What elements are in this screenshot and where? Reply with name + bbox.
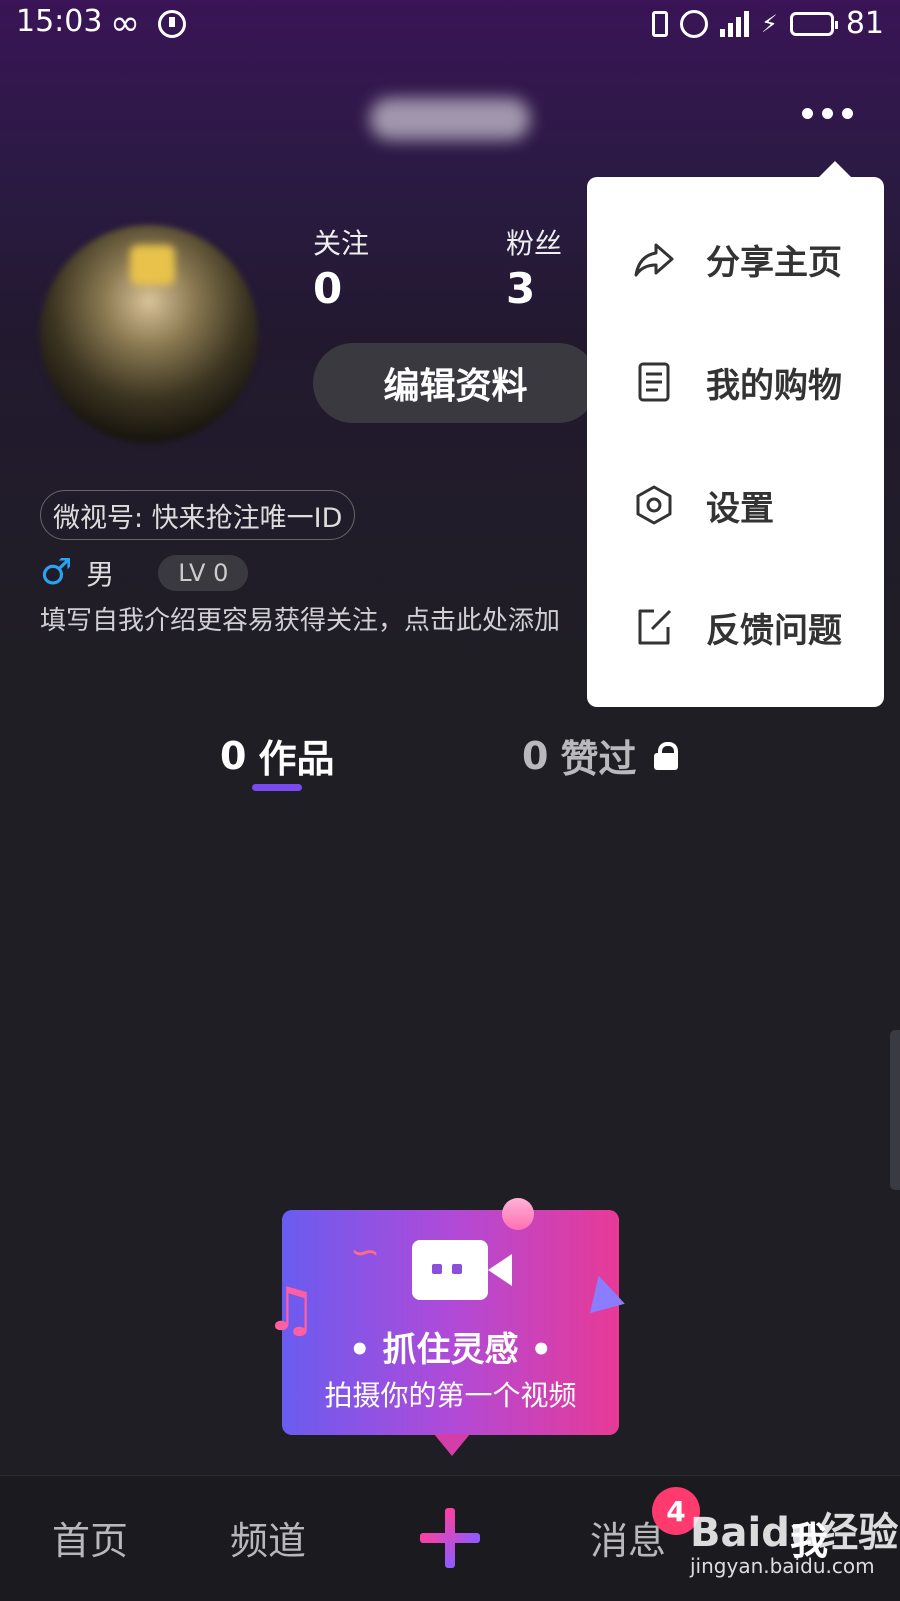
menu-item-share-profile[interactable]: 分享主页 [632, 229, 842, 289]
avatar[interactable] [40, 225, 258, 443]
liked-count: 0 [522, 733, 549, 778]
weishi-id-chip[interactable]: 微视号: 快来抢注唯一ID [40, 490, 356, 540]
share-icon [634, 243, 674, 277]
menu-item-settings[interactable]: 设置 [632, 475, 774, 535]
vibrate-icon [651, 10, 668, 37]
more-options-button[interactable] [802, 108, 853, 119]
followers-stat[interactable]: 粉丝 3 [506, 222, 562, 313]
gender-label: 男 [86, 557, 115, 591]
create-plus-button[interactable] [420, 1508, 480, 1568]
nav-home[interactable]: 首页 [52, 1510, 128, 1565]
liked-label: 赞过 [560, 737, 637, 781]
alarm-icon [679, 9, 708, 38]
baidu-watermark: Baidu经验 jingyan.baidu.com [690, 1500, 898, 1578]
menu-item-feedback[interactable]: 反馈问题 [632, 597, 842, 657]
followers-label: 粉丝 [506, 227, 563, 260]
nav-channel[interactable]: 频道 [230, 1510, 306, 1565]
watermark-logo: Baidu经验 [690, 1510, 899, 1556]
battery-level: 81 [845, 6, 884, 41]
options-dropdown-menu: 分享主页 我的购物 设置 反馈问题 [587, 177, 884, 707]
dropdown-caret [819, 161, 851, 177]
menu-item-label: 反馈问题 [706, 610, 842, 651]
male-icon: ♂ [40, 552, 73, 593]
battery-icon [789, 11, 838, 36]
infinity-icon: ∞ [110, 3, 140, 44]
bio-prompt[interactable]: 填写自我介绍更容易获得关注，点击此处添加 [40, 600, 585, 637]
edit-profile-button[interactable]: 编辑资料 [313, 343, 598, 423]
decor-squiggle-icon: ∽ [350, 1232, 381, 1273]
shopping-list-icon [638, 362, 670, 402]
promo-card-tail [434, 1434, 470, 1456]
username-title [370, 98, 530, 140]
watermark-url: jingyan.baidu.com [690, 1554, 875, 1578]
signal-icon [719, 10, 749, 37]
download-icon [158, 10, 186, 38]
status-bar: 15:03 ∞ ⚡ 81 [0, 0, 900, 50]
promo-subtitle: 拍摄你的第一个视频 [324, 1379, 577, 1412]
active-tab-indicator [252, 784, 302, 791]
following-count: 0 [313, 264, 343, 313]
works-count: 0 [220, 733, 247, 778]
lock-icon [654, 741, 679, 770]
charging-icon: ⚡ [760, 9, 778, 38]
menu-item-label: 我的购物 [706, 365, 842, 406]
menu-item-my-shopping[interactable]: 我的购物 [632, 352, 842, 412]
menu-item-label: 设置 [706, 488, 774, 529]
video-camera-icon [412, 1240, 512, 1300]
tab-liked[interactable]: 0 赞过 [522, 728, 679, 783]
following-stat[interactable]: 关注 0 [313, 222, 369, 313]
feedback-icon [638, 609, 672, 645]
promo-title: • 抓住灵感 • [348, 1330, 553, 1370]
works-label: 作品 [258, 737, 335, 781]
settings-icon [636, 485, 672, 525]
scrollbar[interactable] [890, 1030, 900, 1190]
following-label: 关注 [313, 227, 370, 260]
followers-count: 3 [506, 264, 536, 313]
tab-works[interactable]: 0 作品 [220, 728, 334, 783]
menu-item-label: 分享主页 [706, 242, 842, 283]
status-time: 15:03 [16, 4, 103, 39]
level-badge: LV 0 [158, 554, 249, 591]
decor-ball-icon [502, 1198, 534, 1230]
